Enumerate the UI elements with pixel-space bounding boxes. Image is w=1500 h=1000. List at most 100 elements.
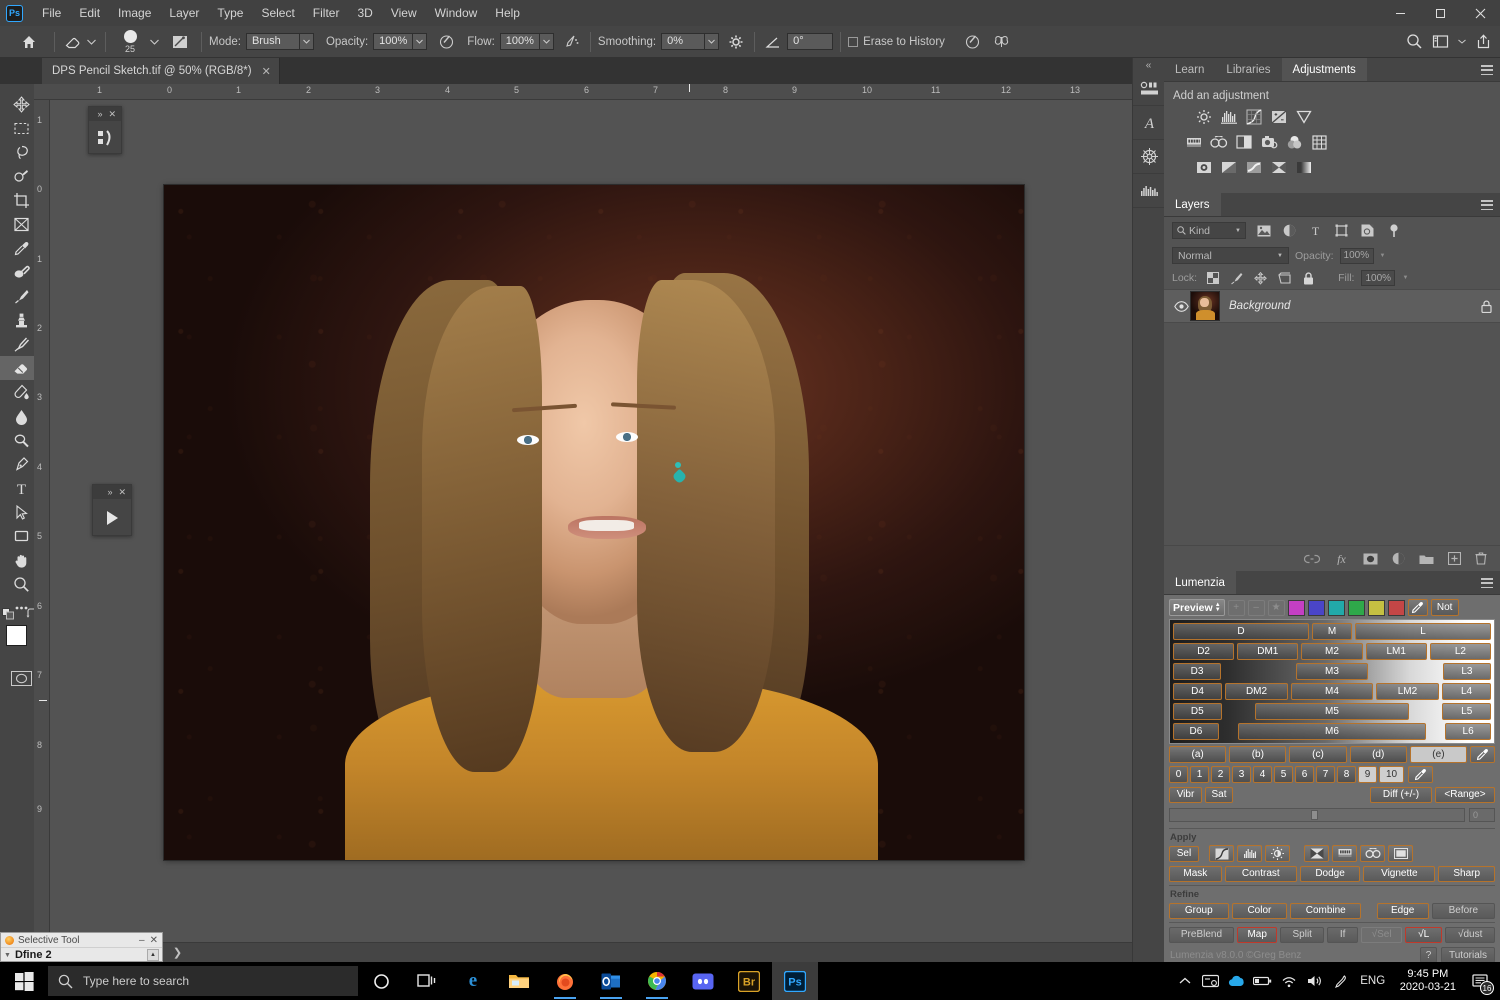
zone-1[interactable]: 1	[1190, 766, 1209, 783]
dodge-button[interactable]: Dodge	[1300, 866, 1360, 882]
lock-icon[interactable]	[1481, 300, 1492, 313]
brush-panel-icon[interactable]	[169, 31, 191, 53]
device-icon[interactable]	[1198, 962, 1224, 1000]
menu-file[interactable]: File	[33, 0, 70, 26]
adjustment-layers-icon[interactable]	[1281, 222, 1298, 239]
eyedropper-icon[interactable]	[1408, 766, 1433, 783]
swatch-red[interactable]	[1388, 600, 1405, 616]
zone-D[interactable]: D	[1173, 623, 1309, 640]
zone-4[interactable]: 4	[1253, 766, 1272, 783]
mask-button[interactable]: Mask	[1169, 866, 1222, 882]
zone-M4[interactable]: M4	[1291, 683, 1373, 700]
eyedropper-icon[interactable]	[1470, 746, 1495, 763]
search-input[interactable]: Type here to search	[48, 966, 358, 996]
layer-thumbnail[interactable]	[1190, 291, 1220, 321]
onedrive-icon[interactable]	[1224, 962, 1250, 1000]
zone-0[interactable]: 0	[1169, 766, 1188, 783]
status-expand-icon[interactable]: ❯	[173, 946, 182, 959]
windows-start-icon[interactable]	[0, 962, 48, 1000]
swatch-cyan[interactable]	[1328, 600, 1345, 616]
new-group-icon[interactable]	[1419, 553, 1434, 565]
layers-empty-area[interactable]	[1164, 323, 1500, 545]
color-balance-icon[interactable]	[1360, 845, 1385, 862]
clock[interactable]: 9:45 PM 2020-03-21	[1392, 968, 1464, 994]
zone-6[interactable]: 6	[1295, 766, 1314, 783]
close-icon[interactable]: ✕	[108, 109, 116, 120]
eye-icon[interactable]	[1172, 301, 1190, 312]
levels-icon[interactable]	[1237, 845, 1262, 862]
sharp-button[interactable]: Sharp	[1438, 866, 1495, 882]
zone-DM1[interactable]: DM1	[1237, 643, 1298, 660]
close-icon[interactable]: ✕	[118, 487, 126, 498]
zone-LM2[interactable]: LM2	[1376, 683, 1439, 700]
swatch-green[interactable]	[1348, 600, 1365, 616]
opacity-input[interactable]: 100%	[373, 33, 427, 50]
panel-menu-icon[interactable]	[1481, 200, 1493, 210]
chevron-down-icon[interactable]: ▼	[4, 952, 11, 959]
panel-menu-icon[interactable]	[1481, 578, 1493, 588]
default-colors-icon[interactable]	[2, 608, 15, 620]
vignette-button[interactable]: Vignette	[1363, 866, 1435, 882]
zone-D4[interactable]: D4	[1173, 683, 1222, 700]
sel-check-button[interactable]: √Sel	[1361, 927, 1402, 943]
mode-select[interactable]: Brush	[246, 33, 314, 50]
play-icon[interactable]	[93, 499, 131, 537]
brightness-contrast-icon[interactable]	[1195, 108, 1213, 126]
zone-DM2[interactable]: DM2	[1225, 683, 1288, 700]
solid-fill-icon[interactable]	[1388, 845, 1413, 862]
menu-filter[interactable]: Filter	[304, 0, 349, 26]
zone-9[interactable]: 9	[1358, 766, 1377, 783]
zone-d[interactable]: (d)	[1350, 746, 1407, 763]
zone-2[interactable]: 2	[1211, 766, 1230, 783]
menu-view[interactable]: View	[382, 0, 426, 26]
zone-8[interactable]: 8	[1337, 766, 1356, 783]
zone-L6[interactable]: L6	[1445, 723, 1491, 740]
hue-saturation-icon[interactable]	[1332, 845, 1357, 862]
airbrush-icon[interactable]	[561, 31, 583, 53]
lock-artboard-icon[interactable]	[1276, 270, 1293, 287]
menu-type[interactable]: Type	[208, 0, 252, 26]
gradient-map-icon[interactable]	[1295, 158, 1313, 176]
zone-M[interactable]: M	[1312, 623, 1352, 640]
close-button[interactable]: ✕	[150, 935, 158, 946]
nik-selective-tool-window[interactable]: Selective Tool – ✕ ▼ Dfine 2 ▲	[0, 932, 163, 962]
gradient-icon[interactable]	[1304, 845, 1329, 862]
delete-layer-icon[interactable]	[1475, 552, 1487, 565]
menu-edit[interactable]: Edit	[70, 0, 109, 26]
curves-icon[interactable]	[1245, 108, 1263, 126]
layer-mask-icon[interactable]	[1363, 553, 1378, 565]
lock-all-icon[interactable]	[1300, 270, 1317, 287]
zone-7[interactable]: 7	[1316, 766, 1335, 783]
zone-M5[interactable]: M5	[1255, 703, 1408, 720]
before-button[interactable]: Before	[1432, 903, 1495, 919]
swatch-magenta[interactable]	[1288, 600, 1305, 616]
smart-object-icon[interactable]	[1359, 222, 1376, 239]
zone-5[interactable]: 5	[1274, 766, 1293, 783]
minimize-button[interactable]: –	[139, 935, 145, 946]
tab-adjustments[interactable]: Adjustments	[1282, 58, 1367, 81]
battery-icon[interactable]	[1250, 962, 1276, 1000]
foreground-color-well[interactable]	[6, 625, 27, 646]
brush-preset-chevron-icon[interactable]	[147, 31, 161, 53]
contrast-button[interactable]: Contrast	[1225, 866, 1297, 882]
erase-to-history-checkbox[interactable]: Erase to History	[848, 36, 950, 48]
photo-filter-icon[interactable]	[1260, 133, 1278, 151]
workspace-icon[interactable]	[1429, 31, 1451, 53]
edge-icon[interactable]: e	[450, 962, 496, 1000]
lock-transparent-pixels-icon[interactable]	[1204, 270, 1221, 287]
zone-M3[interactable]: M3	[1296, 663, 1367, 680]
outlook-icon[interactable]	[588, 962, 634, 1000]
histogram-icon[interactable]	[1133, 174, 1165, 208]
histogram-mini-panel[interactable]: » ✕	[88, 106, 122, 154]
firefox-icon[interactable]	[542, 962, 588, 1000]
vibr-button[interactable]: Vibr	[1169, 787, 1202, 803]
blend-mode-select[interactable]: Normal ▼	[1172, 247, 1289, 264]
home-icon[interactable]	[18, 31, 40, 53]
workspace-chevron-icon[interactable]	[1455, 31, 1468, 53]
tutorials-button[interactable]: Tutorials	[1441, 947, 1495, 963]
map-button[interactable]: Map	[1237, 927, 1278, 943]
actions-mini-panel[interactable]: » ✕	[92, 484, 132, 536]
zone-3[interactable]: 3	[1232, 766, 1251, 783]
posterize-icon[interactable]	[1220, 158, 1238, 176]
stepper-icon[interactable]: ▲▼	[1215, 603, 1221, 613]
